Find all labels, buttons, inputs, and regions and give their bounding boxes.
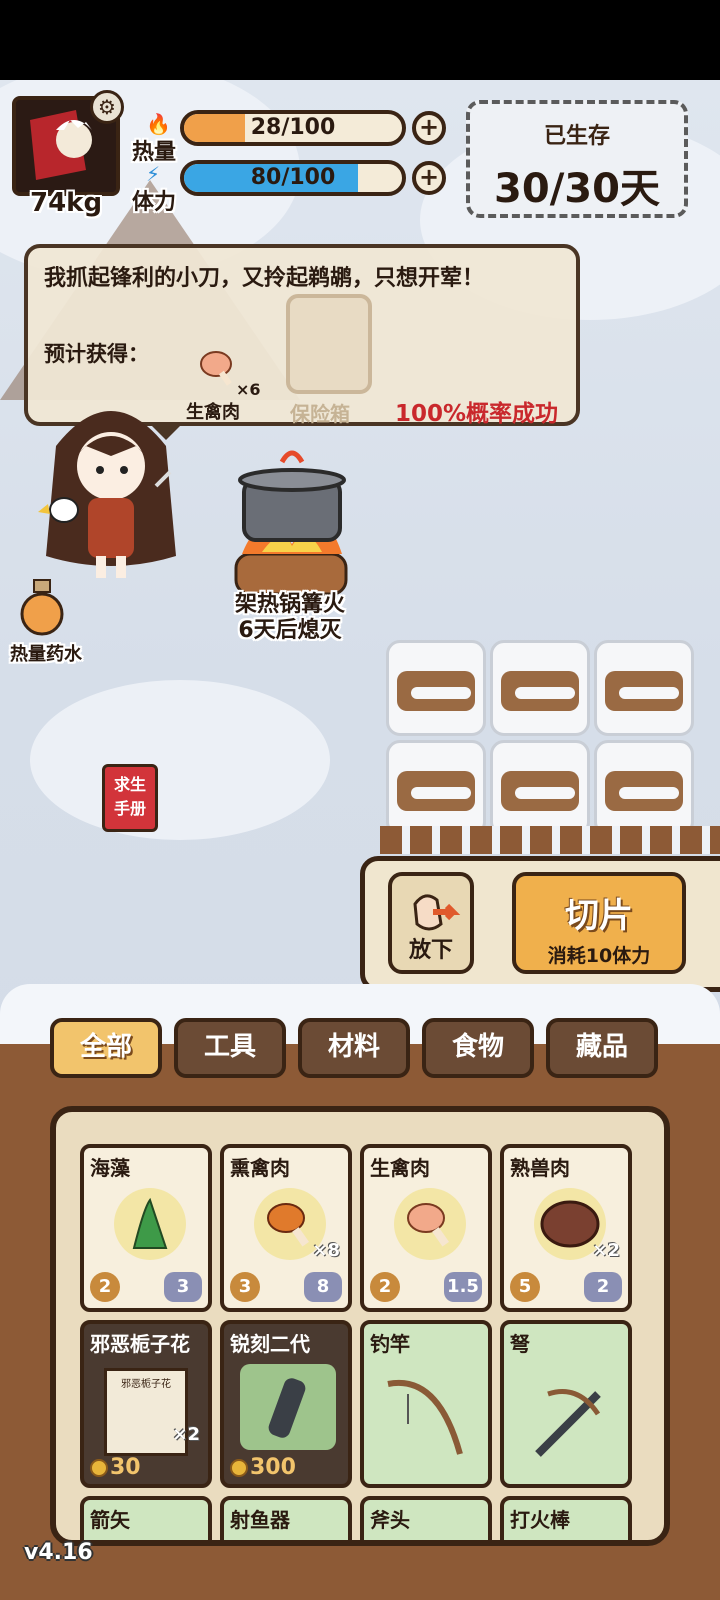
calorie-badge: 2 — [370, 1272, 400, 1302]
item-name: 弩 — [510, 1332, 530, 1356]
snow-drift — [30, 680, 330, 840]
drop-button[interactable]: 放下 — [388, 872, 474, 974]
weight-badge: 8 — [304, 1272, 342, 1302]
item-card-fire-starter[interactable]: 打火棒 — [500, 1496, 632, 1540]
player-weight: 74kg — [30, 188, 103, 218]
tab-food[interactable]: 食物 — [422, 1018, 534, 1078]
reward-qty: ×6 — [236, 380, 261, 399]
tab-tools[interactable]: 工具 — [174, 1018, 286, 1078]
heat-value: 28/100 — [250, 115, 336, 140]
item-name: 箭矢 — [90, 1508, 130, 1532]
survival-counter: 已生存 30/30天 — [466, 100, 688, 218]
weight-badge: 2 — [584, 1272, 622, 1302]
fishing-rod-icon — [387, 1379, 463, 1455]
item-card-arrows[interactable]: 箭矢 — [80, 1496, 212, 1540]
add-stamina-button[interactable]: + — [412, 161, 446, 195]
category-tabs: 全部 工具 材料 食物 藏品 — [50, 1018, 670, 1078]
survival-label: 已生存 — [543, 124, 610, 149]
item-name: 钓竿 — [370, 1332, 410, 1356]
campfire-pot[interactable] — [222, 444, 362, 604]
weight-badge: 3 — [164, 1272, 202, 1302]
calorie-badge: 3 — [230, 1272, 260, 1302]
item-card-cooked-meat[interactable]: 熟兽肉 ×2 5 2 — [500, 1144, 632, 1312]
price-value: 30 — [110, 1455, 141, 1480]
stamina-bar: 80/100 — [180, 160, 406, 196]
item-price: 300 — [230, 1455, 296, 1480]
tab-all[interactable]: 全部 — [50, 1018, 162, 1078]
book-cover-text: 邪恶栀子花 — [121, 1379, 171, 1390]
campfire-timer: 6天后熄灭 — [238, 618, 342, 643]
snow-block[interactable] — [386, 640, 486, 736]
item-card-smoked-poultry[interactable]: 熏禽肉 ×8 3 8 — [220, 1144, 352, 1312]
faded-item-name: 保险箱 — [290, 402, 350, 426]
stamina-value: 80/100 — [250, 165, 336, 190]
item-name: 斧头 — [370, 1508, 410, 1532]
item-name: 锐刻二代 — [230, 1332, 310, 1356]
price-value: 300 — [250, 1455, 296, 1480]
slice-button[interactable]: 切片 消耗10体力 — [512, 872, 686, 974]
raw-poultry-icon — [394, 1188, 466, 1260]
item-name: 熏禽肉 — [230, 1156, 290, 1180]
stamina-label: 体力 — [132, 190, 177, 215]
expected-label: 预计获得： — [44, 342, 149, 366]
item-name: 打火棒 — [510, 1508, 570, 1532]
item-name: 射鱼器 — [230, 1508, 290, 1532]
snow-block[interactable] — [594, 740, 694, 836]
item-name: 熟兽肉 — [510, 1156, 570, 1180]
item-card-evil-gardenia[interactable]: 邪恶栀子花 邪恶栀子花 ×2 30 — [80, 1320, 212, 1488]
item-card-crossbow[interactable]: 弩 — [500, 1320, 632, 1488]
version-label: v4.16 — [24, 1540, 93, 1565]
relx-device-icon — [240, 1364, 336, 1450]
crossbow-icon — [535, 1389, 601, 1457]
campfire-name: 架热锅篝火 — [234, 592, 345, 617]
heat-icon: 🔥 — [146, 112, 171, 136]
snow-block[interactable] — [490, 640, 590, 736]
item-price: 30 — [90, 1455, 141, 1480]
wooden-fence — [380, 826, 720, 854]
heat-potion-icon[interactable] — [18, 578, 66, 638]
seaweed-icon — [114, 1188, 186, 1260]
settings-gear-icon[interactable]: ⚙ — [90, 90, 124, 124]
stamina-icon: ⚡ — [146, 162, 161, 186]
item-card-axe[interactable]: 斧头 — [360, 1496, 492, 1540]
campfire-label: 架热锅篝火 6天后熄灭 — [212, 592, 368, 644]
item-card-fish-shooter[interactable]: 射鱼器 — [220, 1496, 352, 1540]
tab-collectibles[interactable]: 藏品 — [546, 1018, 658, 1078]
snow-block[interactable] — [490, 740, 590, 836]
item-name: 邪恶栀子花 — [90, 1332, 190, 1356]
inventory-panel: 海藻 2 3 熏禽肉 ×8 3 8 生禽肉 2 1.5 熟兽肉 ×2 5 2 邪… — [50, 1106, 670, 1546]
add-heat-button[interactable]: + — [412, 111, 446, 145]
manual-label-1: 求生 — [113, 775, 146, 794]
heat-bar: 28/100 — [180, 110, 406, 146]
snow-block[interactable] — [386, 740, 486, 836]
player-character[interactable] — [36, 386, 186, 586]
slice-label: 切片 — [565, 896, 633, 936]
heat-potion-label: 热量药水 — [10, 644, 82, 665]
snow-block[interactable] — [594, 640, 694, 736]
item-name: 生禽肉 — [370, 1156, 430, 1180]
item-qty: ×2 — [172, 1424, 200, 1445]
coin-icon — [230, 1459, 248, 1477]
item-qty: ×8 — [312, 1240, 340, 1261]
calorie-badge: 5 — [510, 1272, 540, 1302]
survival-days: 30/30天 — [494, 166, 660, 212]
success-rate: 100%概率成功 — [394, 401, 558, 427]
drop-label: 放下 — [408, 938, 453, 963]
safe-icon — [286, 294, 372, 394]
manual-label-2: 手册 — [113, 799, 146, 818]
weight-badge: 1.5 — [444, 1272, 482, 1302]
item-card-raw-poultry[interactable]: 生禽肉 2 1.5 — [360, 1144, 492, 1312]
tab-materials[interactable]: 材料 — [298, 1018, 410, 1078]
survival-manual-button[interactable]: 求生 手册 — [102, 764, 158, 832]
slice-cost: 消耗10体力 — [547, 945, 651, 967]
item-qty: ×2 — [592, 1240, 620, 1261]
item-name: 海藻 — [90, 1156, 130, 1180]
dialog-text: 我抓起锋利的小刀，又拎起鹈鹕，只想开荤！ — [44, 266, 485, 291]
calorie-badge: 2 — [90, 1272, 120, 1302]
coin-icon — [90, 1459, 108, 1477]
item-card-relx[interactable]: 锐刻二代 300 — [220, 1320, 352, 1488]
reward-name: 生禽肉 — [186, 402, 240, 423]
item-card-fishing-rod[interactable]: 钓竿 — [360, 1320, 492, 1488]
item-card-seaweed[interactable]: 海藻 2 3 — [80, 1144, 212, 1312]
